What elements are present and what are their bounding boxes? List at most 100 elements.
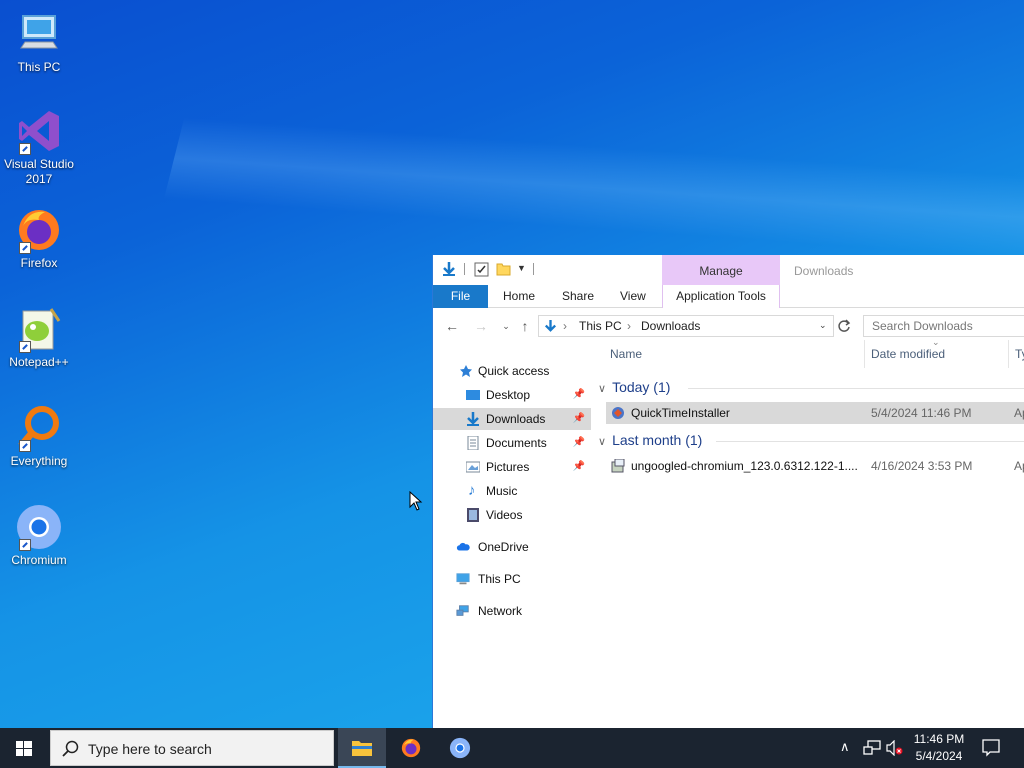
notepadpp-icon <box>15 305 63 353</box>
installer-package-icon <box>611 459 625 473</box>
properties-icon[interactable] <box>474 262 489 277</box>
file-type: Ap <box>1014 459 1024 473</box>
group-header-last-month[interactable]: ∨ Last month (1) <box>598 432 702 448</box>
desktop-icon-everything[interactable]: Everything <box>2 404 76 469</box>
star-icon <box>460 365 472 377</box>
address-row: ← → ⌄ ↑ › This PC › Downloads ⌄ Search D… <box>433 313 1024 339</box>
search-icon <box>62 740 79 757</box>
desktop-icon-label: Notepad++ <box>9 355 69 369</box>
pin-icon: 📌 <box>572 389 585 400</box>
clock-date[interactable]: 5/4/2024 <box>904 749 974 763</box>
firefox-icon <box>401 738 421 758</box>
nav-onedrive[interactable]: OneDrive <box>433 536 591 558</box>
pin-icon: 📌 <box>572 437 585 448</box>
desktop-icon-label: Chromium <box>11 553 67 567</box>
installer-app-icon <box>612 407 624 419</box>
nav-quick-access[interactable]: Quick access <box>433 360 591 382</box>
nav-music[interactable]: ♪ Music <box>433 480 591 502</box>
everything-search-icon <box>15 404 63 452</box>
forward-arrow-icon[interactable]: → <box>472 317 490 335</box>
nav-documents[interactable]: Documents 📌 <box>433 432 591 454</box>
monitor-icon <box>456 573 470 585</box>
music-note-icon: ♪ <box>468 482 476 499</box>
chromium-icon <box>449 737 471 759</box>
nav-desktop[interactable]: Desktop 📌 <box>433 384 591 406</box>
nav-this-pc[interactable]: This PC <box>433 568 591 590</box>
nav-pictures[interactable]: Pictures 📌 <box>433 456 591 478</box>
quick-access-toolbar: ▼ Manage Downloads <box>433 255 1024 285</box>
taskbar-search-box[interactable]: Type here to search <box>50 730 334 766</box>
collapse-chevron-icon: ∨ <box>598 436 607 448</box>
clock-time[interactable]: 11:46 PM <box>904 732 974 746</box>
desktop-icon-visual-studio[interactable]: Visual Studio 2017 <box>2 107 76 187</box>
tab-application-tools[interactable]: Application Tools <box>662 285 780 308</box>
desktop-folder-icon <box>466 390 480 400</box>
desktop-icon-this-pc[interactable]: This PC <box>2 10 76 75</box>
documents-folder-icon <box>467 436 479 450</box>
mouse-cursor-icon <box>409 491 423 511</box>
up-arrow-icon[interactable]: ↑ <box>516 317 534 335</box>
refresh-icon[interactable] <box>837 319 851 333</box>
tab-view[interactable]: View <box>620 285 646 308</box>
desktop-icon-label: Firefox <box>20 256 58 270</box>
shortcut-arrow-icon <box>19 539 31 551</box>
file-date: 5/4/2024 11:46 PM <box>871 406 972 420</box>
file-name: QuickTimeInstaller <box>631 406 730 420</box>
download-arrow-icon[interactable] <box>441 261 457 277</box>
nav-videos[interactable]: Videos <box>433 504 591 526</box>
breadcrumb-separator-icon: › <box>563 319 567 333</box>
window-title: Downloads <box>794 264 854 278</box>
new-folder-icon[interactable] <box>496 261 511 277</box>
visual-studio-icon <box>15 107 63 155</box>
file-row[interactable]: QuickTimeInstaller 5/4/2024 11:46 PM Ap <box>606 402 1024 424</box>
qat-customize-dropdown-icon[interactable]: ▼ <box>517 263 526 273</box>
collapse-chevron-icon: ∨ <box>598 383 607 395</box>
tab-file[interactable]: File <box>433 285 488 308</box>
nav-downloads[interactable]: Downloads 📌 <box>433 408 591 430</box>
file-explorer-folder-icon <box>352 741 372 756</box>
search-input[interactable]: Search Downloads <box>863 315 1024 337</box>
shortcut-arrow-icon <box>19 341 31 353</box>
volume-muted-icon[interactable] <box>886 740 904 756</box>
taskbar-chromium[interactable] <box>436 728 484 768</box>
ribbon-tabs: File Home Share View Application Tools <box>433 285 1024 308</box>
file-row[interactable]: ungoogled-chromium_123.0.6312.122-1.... … <box>606 455 1024 477</box>
breadcrumb-this-pc[interactable]: This PC <box>579 319 622 333</box>
tab-manage[interactable]: Manage <box>662 255 780 285</box>
chromium-icon <box>15 503 63 551</box>
column-header-date-modified[interactable]: Date modified <box>871 347 945 361</box>
start-button[interactable] <box>0 728 48 768</box>
taskbar-firefox[interactable] <box>387 728 435 768</box>
breadcrumb-downloads[interactable]: Downloads <box>641 319 700 333</box>
tab-home[interactable]: Home <box>503 285 535 308</box>
network-icon <box>456 605 469 616</box>
group-header-today[interactable]: ∨ Today (1) <box>598 379 670 395</box>
recent-locations-chevron-icon[interactable]: ⌄ <box>497 317 515 335</box>
shortcut-arrow-icon <box>19 143 31 155</box>
tab-share[interactable]: Share <box>562 285 594 308</box>
pictures-folder-icon <box>466 461 480 473</box>
nav-network[interactable]: Network <box>433 600 591 622</box>
videos-folder-icon <box>467 508 479 522</box>
file-explorer-window[interactable]: ▼ Manage Downloads File Home Share View … <box>432 255 1024 728</box>
back-arrow-icon[interactable]: ← <box>443 317 461 335</box>
column-header-name[interactable]: Name <box>610 347 642 361</box>
column-header-type[interactable]: Ty <box>1015 347 1024 361</box>
file-name: ungoogled-chromium_123.0.6312.122-1.... <box>631 459 858 473</box>
show-hidden-icons-chevron-icon[interactable]: ∧ <box>840 739 850 755</box>
desktop-icon-label: Everything <box>10 454 68 468</box>
address-dropdown-icon[interactable]: ⌄ <box>819 320 827 331</box>
desktop-icon-label: Visual Studio 2017 <box>4 157 74 186</box>
desktop-icon-chromium[interactable]: Chromium <box>2 503 76 568</box>
file-type: Ap <box>1014 406 1024 420</box>
pin-icon: 📌 <box>572 413 585 424</box>
pin-icon: 📌 <box>572 461 585 472</box>
notification-center-icon[interactable] <box>982 739 1000 757</box>
file-date: 4/16/2024 3:53 PM <box>871 459 973 473</box>
desktop-icon-label: This PC <box>17 60 61 74</box>
taskbar-file-explorer[interactable] <box>338 728 386 768</box>
desktop-icon-firefox[interactable]: Firefox <box>2 206 76 271</box>
desktop-icon-notepadpp[interactable]: Notepad++ <box>2 305 76 370</box>
network-status-icon[interactable] <box>863 740 881 756</box>
address-bar[interactable]: › This PC › Downloads ⌄ <box>538 315 834 337</box>
